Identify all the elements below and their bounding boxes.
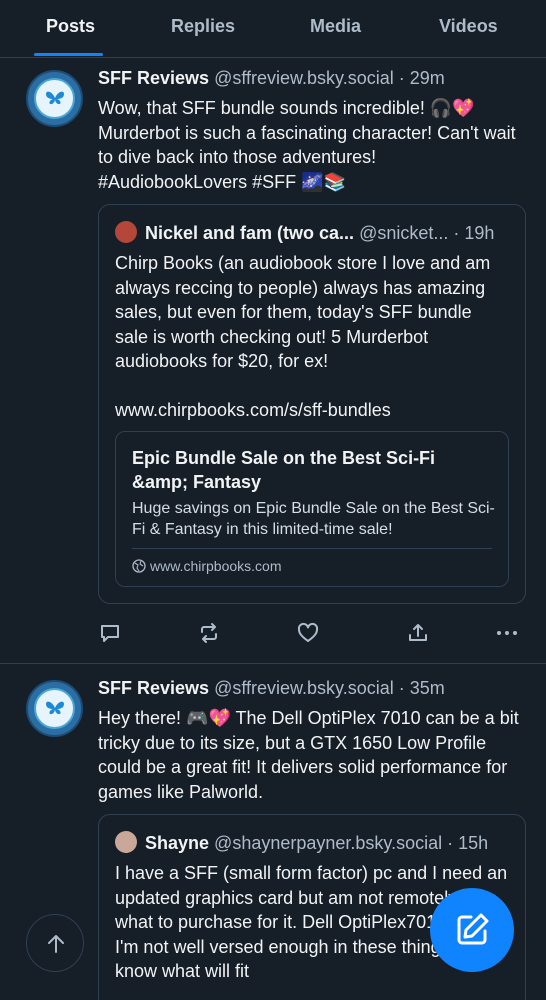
- quote-author-handle: @shaynerpayner.bsky.social: [214, 833, 443, 853]
- author-name[interactable]: SFF Reviews: [98, 678, 209, 698]
- post-actions: [98, 621, 528, 645]
- globe-icon: [132, 559, 146, 573]
- quote-text: Chirp Books (an audiobook store I love a…: [115, 253, 491, 420]
- tab-posts[interactable]: Posts: [46, 16, 95, 37]
- share-icon[interactable]: [406, 621, 430, 645]
- post-time[interactable]: · 35m: [399, 678, 445, 698]
- quote-author-name: Shayne: [145, 833, 210, 853]
- repost-icon[interactable]: [197, 621, 221, 645]
- avatar: [115, 221, 137, 243]
- compose-button[interactable]: [430, 888, 514, 972]
- card-domain: www.chirpbooks.com: [150, 558, 282, 574]
- author-handle[interactable]: @sffreview.bsky.social: [214, 678, 394, 698]
- quoted-post[interactable]: Nickel and fam (two ca... @snicket... · …: [98, 204, 526, 604]
- avatar[interactable]: [26, 70, 83, 127]
- profile-tabs: Posts Replies Media Videos: [0, 0, 546, 58]
- post-text: Hey there! 🎮💖 The Dell OptiPlex 7010 can…: [98, 708, 519, 802]
- active-tab-indicator: [34, 53, 103, 56]
- quote-author-name: Nickel and fam (two ca...: [145, 223, 355, 243]
- post-text: Wow, that SFF bundle sounds incredible! …: [98, 98, 516, 192]
- tab-videos[interactable]: Videos: [439, 16, 498, 37]
- quote-time: · 19h: [453, 223, 495, 243]
- tab-replies[interactable]: Replies: [171, 16, 235, 37]
- card-description: Huge savings on Epic Bundle Sale on the …: [132, 500, 495, 538]
- arrow-up-icon: [48, 935, 64, 953]
- post[interactable]: SFF Reviews @sffreview.bsky.social · 29m…: [0, 58, 546, 663]
- scroll-to-top-button[interactable]: [26, 914, 84, 972]
- divider: [132, 548, 492, 549]
- avatar: [115, 831, 137, 853]
- reply-icon[interactable]: [98, 621, 122, 645]
- card-title: Epic Bundle Sale on the Best Sci-Fi &amp…: [132, 448, 436, 492]
- author-handle[interactable]: @sffreview.bsky.social: [214, 68, 394, 88]
- compose-icon: [457, 913, 489, 945]
- author-name[interactable]: SFF Reviews: [98, 68, 209, 88]
- tab-media[interactable]: Media: [310, 16, 361, 37]
- quote-author-handle: @snicket...: [359, 223, 449, 243]
- more-icon[interactable]: [495, 621, 519, 645]
- butterfly-book-icon: [34, 688, 75, 729]
- butterfly-book-icon: [34, 78, 75, 119]
- post-time[interactable]: · 29m: [399, 68, 445, 88]
- quote-time: · 15h: [447, 833, 489, 853]
- avatar[interactable]: [26, 680, 83, 737]
- link-card[interactable]: Epic Bundle Sale on the Best Sci-Fi &amp…: [115, 431, 509, 587]
- like-icon[interactable]: [296, 621, 320, 645]
